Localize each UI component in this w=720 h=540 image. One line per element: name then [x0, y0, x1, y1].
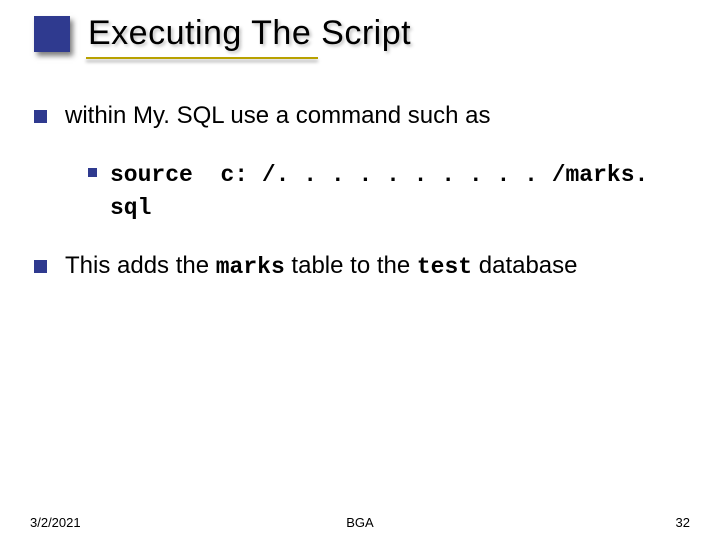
bullet-text: within My. SQL use a command such as: [65, 100, 491, 132]
bullet-level2: source c: /. . . . . . . . . . /marks. s…: [88, 158, 690, 224]
title-underline: [86, 57, 318, 59]
slide-title: Executing The Script: [88, 14, 411, 53]
text-segment: table to the: [285, 252, 417, 279]
bullet-level1: This adds the marks table to the test da…: [34, 250, 690, 283]
bullet-level1: within My. SQL use a command such as: [34, 100, 690, 132]
sub-bullet-text: source c: /. . . . . . . . . . /marks. s…: [110, 158, 690, 224]
command-keyword: source: [110, 162, 193, 188]
text-segment: database: [472, 252, 577, 279]
slide-footer: 3/2/2021 BGA 32: [30, 515, 690, 530]
title-row: Executing The Script: [34, 14, 700, 53]
code-inline: marks: [216, 254, 285, 280]
code-inline: test: [417, 254, 472, 280]
title-square-icon: [34, 16, 70, 52]
bullet-text: This adds the marks table to the test da…: [65, 250, 578, 283]
slide-body: within My. SQL use a command such as sou…: [34, 100, 690, 310]
bullet-square-small-icon: [88, 168, 97, 177]
text-segment: This adds the: [65, 252, 216, 279]
bullet-square-icon: [34, 260, 47, 273]
bullet-square-icon: [34, 110, 47, 123]
footer-center: BGA: [30, 515, 690, 530]
slide: Executing The Script within My. SQL use …: [0, 0, 720, 540]
